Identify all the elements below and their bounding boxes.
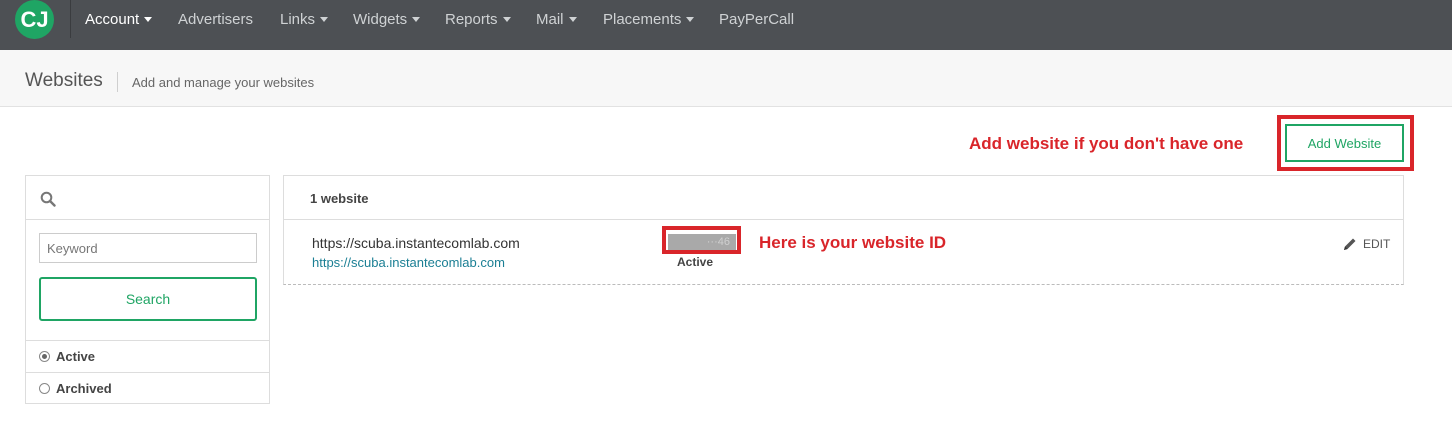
radio-icon[interactable] bbox=[39, 383, 50, 394]
edit-label: EDIT bbox=[1363, 237, 1391, 251]
caret-down-icon bbox=[320, 17, 329, 22]
filter-option-archived[interactable]: Archived bbox=[26, 372, 269, 404]
page-header: Websites Add and manage your websites bbox=[0, 50, 1452, 107]
nav-item-label: PayPerCall bbox=[719, 11, 795, 28]
nav-item-label: Mail bbox=[536, 11, 564, 28]
website-id-hint: Here is your website ID bbox=[759, 233, 947, 252]
filter-option-label: Active bbox=[56, 349, 96, 364]
radio-icon[interactable] bbox=[39, 351, 50, 362]
nav-item-widgets[interactable]: Widgets bbox=[353, 11, 421, 28]
search-icon bbox=[40, 191, 56, 207]
nav-item-label: Account bbox=[85, 11, 140, 28]
website-count: 1 website bbox=[310, 191, 369, 206]
status-badge: Active bbox=[677, 255, 714, 269]
header-divider bbox=[117, 72, 118, 92]
website-url-link[interactable]: https://scuba.instantecomlab.com bbox=[312, 255, 505, 270]
website-name: https://scuba.instantecomlab.com bbox=[312, 235, 520, 251]
filter-option-active[interactable]: Active bbox=[26, 340, 269, 372]
search-header bbox=[26, 176, 269, 220]
page-title: Websites bbox=[25, 70, 103, 91]
nav-item-label: Placements bbox=[603, 11, 682, 28]
nav-item-reports[interactable]: Reports bbox=[445, 11, 511, 28]
nav-item-account[interactable]: Account bbox=[85, 11, 153, 28]
nav-item-label: Advertisers bbox=[178, 11, 254, 28]
pencil-icon bbox=[1344, 238, 1356, 250]
nav-item-label: Links bbox=[280, 11, 316, 28]
website-id-highlight bbox=[662, 226, 741, 254]
caret-down-icon bbox=[568, 17, 577, 22]
nav-item-paypercall[interactable]: PayPerCall bbox=[719, 11, 794, 28]
websites-header: 1 website bbox=[284, 176, 1403, 220]
add-website-hint: Add website if you don't have one bbox=[969, 134, 1244, 153]
nav-divider bbox=[70, 0, 71, 38]
nav-item-mail[interactable]: Mail bbox=[536, 11, 577, 28]
caret-down-icon bbox=[502, 17, 511, 22]
nav-item-advertisers[interactable]: Advertisers bbox=[178, 11, 253, 28]
nav-item-label: Widgets bbox=[353, 11, 408, 28]
cj-logo-icon[interactable]: CJ bbox=[15, 0, 54, 39]
caret-down-icon bbox=[412, 17, 421, 22]
caret-down-icon bbox=[144, 17, 153, 22]
nav-item-links[interactable]: Links bbox=[280, 11, 329, 28]
add-website-button[interactable]: Add Website bbox=[1285, 124, 1404, 162]
filter-panel: Search Active Archived bbox=[25, 175, 270, 404]
top-nav: CJ Account Advertisers Links Widgets Rep… bbox=[0, 0, 1452, 50]
websites-panel: 1 website https://scuba.instantecomlab.c… bbox=[283, 175, 1404, 285]
nav-item-placements[interactable]: Placements bbox=[603, 11, 695, 28]
page-subtitle: Add and manage your websites bbox=[132, 75, 315, 90]
search-button[interactable]: Search bbox=[39, 277, 257, 321]
keyword-input[interactable] bbox=[39, 233, 257, 263]
edit-button[interactable]: EDIT bbox=[1342, 236, 1390, 252]
filter-option-label: Archived bbox=[56, 381, 112, 396]
caret-down-icon bbox=[686, 17, 695, 22]
nav-item-label: Reports bbox=[445, 11, 498, 28]
